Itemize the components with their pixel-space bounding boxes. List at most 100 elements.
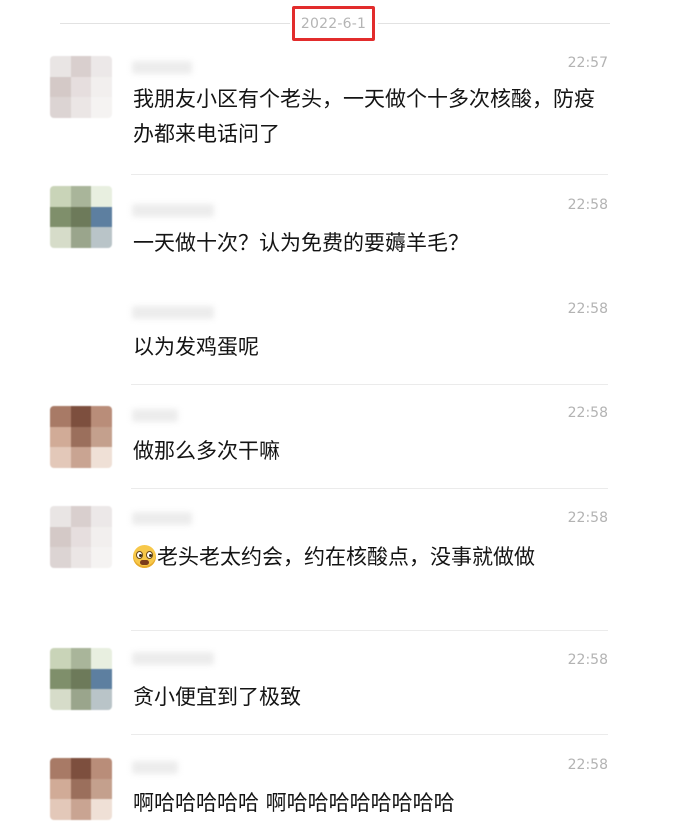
- message-time: 22:58: [567, 757, 608, 773]
- message-time: 22:57: [567, 55, 608, 71]
- avatar[interactable]: [50, 406, 112, 468]
- avatar-mosaic-cell: [91, 648, 112, 669]
- avatar-mosaic-cell: [91, 186, 112, 207]
- message-text: 贪小便宜到了极致: [133, 680, 614, 715]
- divider-line-left: [60, 23, 290, 24]
- message-item[interactable]: 22:58 一天做十次？认为免费的要薅羊毛？: [0, 174, 674, 282]
- avatar-mosaic-cell: [70, 76, 92, 98]
- avatar-mosaic-cell: [50, 206, 71, 228]
- avatar-mosaic-cell: [91, 799, 112, 820]
- avatar-mosaic-cell: [70, 186, 92, 207]
- message-text: 我朋友小区有个老头，一天做个十多次核酸，防疫办都来电话问了: [133, 82, 614, 152]
- message-text: 一天做十次？认为免费的要薅羊毛？: [133, 226, 614, 261]
- avatar-mosaic-cell: [70, 227, 92, 248]
- flushed-emoji-icon: [133, 545, 156, 568]
- avatar-mosaic-cell: [91, 206, 112, 228]
- avatar-mosaic-cell: [70, 56, 92, 77]
- avatar-mosaic-cell: [70, 447, 92, 468]
- message-text-content: 做那么多次干嘛: [133, 439, 280, 463]
- message-time: 22:58: [567, 301, 608, 317]
- avatar-mosaic-cell: [70, 206, 92, 228]
- sender-name-blurred: [132, 61, 192, 74]
- avatar-mosaic-cell: [70, 506, 92, 527]
- message-text-content: 啊哈哈哈哈哈 啊哈哈哈哈哈哈哈哈: [133, 791, 455, 815]
- message-text-content: 贪小便宜到了极致: [133, 685, 301, 709]
- avatar[interactable]: [50, 56, 112, 118]
- message-item[interactable]: 22:58 做那么多次干嘛: [0, 384, 674, 489]
- avatar-mosaic-cell: [91, 526, 112, 548]
- avatar-mosaic-cell: [91, 426, 112, 448]
- avatar-mosaic-cell: [50, 689, 71, 710]
- avatar[interactable]: [50, 648, 112, 710]
- avatar[interactable]: [50, 506, 112, 568]
- date-label: 2022-6-1: [300, 15, 367, 32]
- avatar-mosaic-cell: [70, 406, 92, 427]
- date-highlight-box: 2022-6-1: [292, 6, 375, 41]
- message-time: 22:58: [567, 197, 608, 213]
- avatar-mosaic-cell: [70, 526, 92, 548]
- message-item[interactable]: 22:58 贪小便宜到了极致: [0, 630, 674, 735]
- avatar-mosaic-cell: [91, 227, 112, 248]
- avatar-mosaic-cell: [50, 76, 71, 98]
- sender-name-blurred: [132, 761, 178, 774]
- date-divider: 2022-6-1: [0, 0, 674, 46]
- avatar-mosaic-cell: [70, 668, 92, 690]
- avatar-mosaic-cell: [50, 447, 71, 468]
- divider-line-right: [378, 23, 610, 24]
- sender-name-blurred: [132, 652, 214, 665]
- avatar-mosaic-cell: [70, 97, 92, 118]
- avatar-mosaic-cell: [70, 426, 92, 448]
- message-item[interactable]: 22:57 我朋友小区有个老头，一天做个十多次核酸，防疫办都来电话问了: [0, 46, 674, 175]
- avatar-mosaic-cell: [50, 426, 71, 448]
- avatar-mosaic-cell: [50, 668, 71, 690]
- message-item[interactable]: 22:58 老头老太约会，约在核酸点，没事就做做: [0, 488, 674, 631]
- message-text-content: 我朋友小区有个老头，一天做个十多次核酸，防疫办都来电话问了: [133, 87, 595, 146]
- avatar[interactable]: [50, 186, 112, 248]
- avatar[interactable]: [50, 758, 112, 820]
- avatar-mosaic-cell: [91, 97, 112, 118]
- avatar-mosaic-cell: [50, 648, 71, 669]
- message-time: 22:58: [567, 652, 608, 668]
- avatar-mosaic-cell: [70, 547, 92, 568]
- message-text-content: 老头老太约会，约在核酸点，没事就做做: [157, 545, 535, 569]
- avatar-mosaic-cell: [50, 547, 71, 568]
- message-text: 啊哈哈哈哈哈 啊哈哈哈哈哈哈哈哈: [133, 786, 614, 821]
- sender-name-blurred: [132, 306, 214, 319]
- message-item[interactable]: 22:58 以为发鸡蛋呢: [0, 282, 674, 385]
- message-time: 22:58: [567, 405, 608, 421]
- avatar-mosaic-cell: [70, 799, 92, 820]
- avatar-mosaic-cell: [91, 56, 112, 77]
- avatar-mosaic-cell: [91, 406, 112, 427]
- avatar-mosaic-cell: [91, 506, 112, 527]
- sender-name-blurred: [132, 204, 214, 217]
- avatar-mosaic-cell: [50, 778, 71, 800]
- message-text-content: 一天做十次？认为免费的要薅羊毛？: [133, 231, 469, 255]
- avatar-mosaic-cell: [50, 526, 71, 548]
- avatar-mosaic-cell: [70, 689, 92, 710]
- avatar-mosaic-cell: [91, 778, 112, 800]
- avatar-mosaic-cell: [50, 758, 71, 779]
- avatar-mosaic-cell: [91, 758, 112, 779]
- message-text: 做那么多次干嘛: [133, 434, 614, 469]
- message-item[interactable]: 22:58 啊哈哈哈哈哈 啊哈哈哈哈哈哈哈哈: [0, 734, 674, 825]
- avatar-mosaic-cell: [50, 406, 71, 427]
- avatar-mosaic-cell: [70, 778, 92, 800]
- avatar-mosaic-cell: [91, 547, 112, 568]
- message-time: 22:58: [567, 510, 608, 526]
- avatar-mosaic-cell: [50, 186, 71, 207]
- avatar-mosaic-cell: [91, 76, 112, 98]
- avatar-mosaic-cell: [70, 648, 92, 669]
- sender-name-blurred: [132, 409, 178, 422]
- avatar-mosaic-cell: [91, 447, 112, 468]
- message-text: 老头老太约会，约在核酸点，没事就做做: [133, 540, 614, 575]
- avatar-mosaic-cell: [91, 668, 112, 690]
- sender-name-blurred: [132, 512, 192, 525]
- avatar-mosaic-cell: [91, 689, 112, 710]
- message-text-content: 以为发鸡蛋呢: [133, 335, 259, 359]
- avatar-mosaic-cell: [50, 799, 71, 820]
- avatar-mosaic-cell: [50, 506, 71, 527]
- avatar-mosaic-cell: [50, 56, 71, 77]
- avatar-mosaic-cell: [50, 227, 71, 248]
- avatar-mosaic-cell: [70, 758, 92, 779]
- avatar-mosaic-cell: [50, 97, 71, 118]
